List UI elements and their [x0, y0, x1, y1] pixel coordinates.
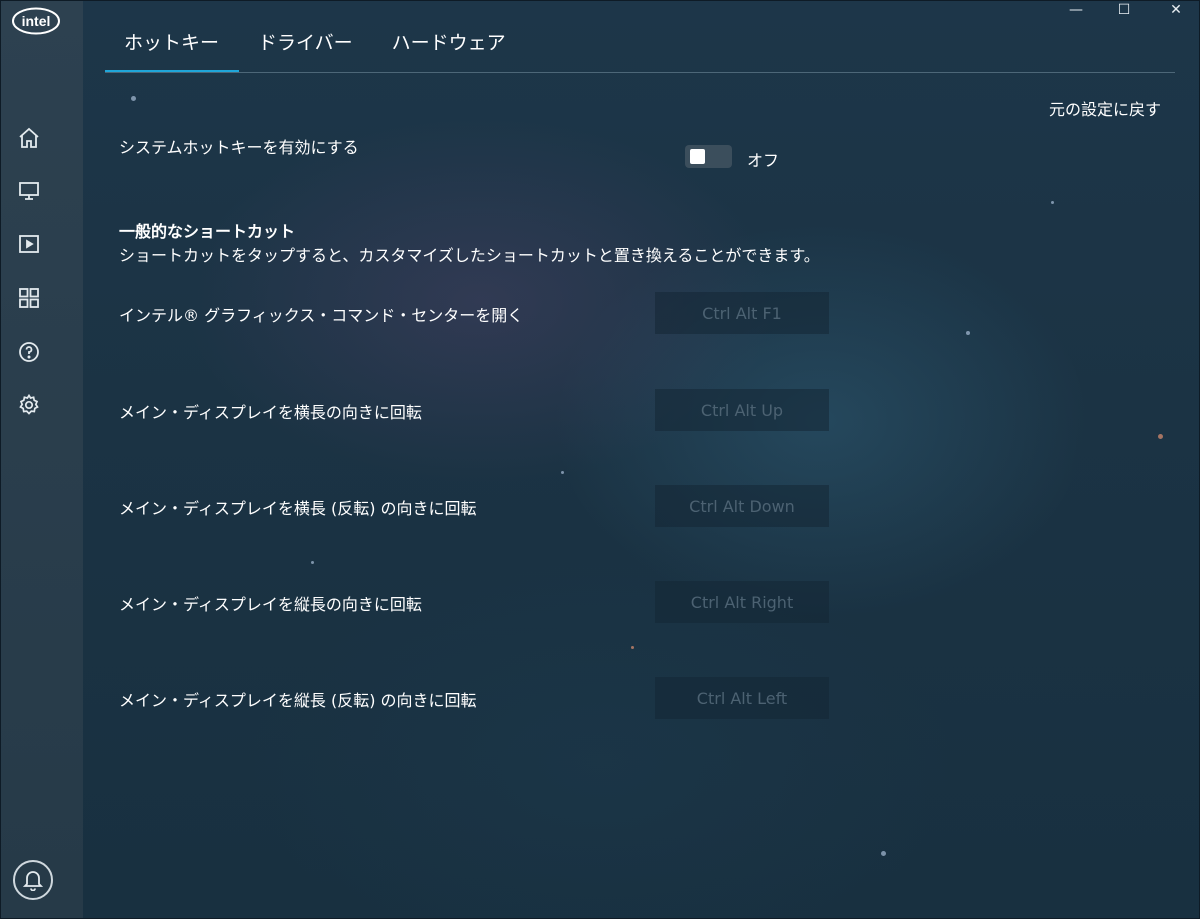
system-hotkeys-label: システムホットキーを有効にする — [119, 138, 359, 157]
app-window: intel — ☐ ✕ ホットキー ドライバー ハードウェア 元の設定に戻す シ… — [0, 0, 1200, 919]
display-icon[interactable] — [15, 177, 43, 205]
video-icon[interactable] — [15, 230, 43, 258]
tab-driver[interactable]: ドライバー — [239, 29, 373, 73]
section-description: ショートカットをタップすると、カスタマイズしたショートカットと置き換えることがで… — [119, 246, 820, 265]
tab-bar: ホットキー ドライバー ハードウェア — [105, 29, 526, 73]
shortcut-label-landscape-flipped: メイン・ディスプレイを横長 (反転) の向きに回転 — [119, 499, 477, 518]
shortcut-key-portrait[interactable]: Ctrl Alt Right — [655, 581, 829, 623]
background-star — [311, 561, 314, 564]
background-star — [966, 331, 970, 335]
apps-grid-icon[interactable] — [15, 284, 43, 312]
tab-hotkeys[interactable]: ホットキー — [105, 29, 240, 73]
notifications-bell-icon[interactable] — [13, 860, 53, 900]
close-button[interactable]: ✕ — [1161, 1, 1191, 19]
shortcut-label-landscape: メイン・ディスプレイを横長の向きに回転 — [119, 403, 422, 422]
minimize-button[interactable]: — — [1061, 1, 1091, 19]
background-star — [561, 471, 564, 474]
system-hotkeys-toggle[interactable] — [685, 145, 732, 168]
help-icon[interactable] — [15, 338, 43, 366]
tab-divider — [105, 72, 1175, 73]
sidebar: intel — [1, 1, 83, 918]
intel-logo: intel — [11, 6, 61, 36]
background-star — [631, 646, 634, 649]
tab-hardware[interactable]: ハードウェア — [373, 29, 526, 73]
toggle-knob — [690, 149, 705, 164]
toggle-state-label: オフ — [747, 151, 780, 170]
shortcut-key-portrait-flipped[interactable]: Ctrl Alt Left — [655, 677, 829, 719]
reset-defaults-link[interactable]: 元の設定に戻す — [1049, 96, 1161, 120]
maximize-button[interactable]: ☐ — [1109, 1, 1139, 19]
section-title: 一般的なショートカット — [119, 222, 296, 241]
background-star — [1158, 434, 1163, 439]
shortcut-key-landscape-flipped[interactable]: Ctrl Alt Down — [655, 485, 829, 527]
gear-icon[interactable] — [15, 391, 43, 419]
shortcut-label-portrait: メイン・ディスプレイを縦長の向きに回転 — [119, 595, 422, 614]
background-star — [1051, 201, 1054, 204]
shortcut-key-landscape[interactable]: Ctrl Alt Up — [655, 389, 829, 431]
background-star — [881, 851, 886, 856]
background-star — [131, 96, 136, 101]
svg-text:intel: intel — [22, 13, 51, 29]
shortcut-label-open-command-center: インテル® グラフィックス・コマンド・センターを開く — [119, 306, 524, 325]
shortcut-key-open-command-center[interactable]: Ctrl Alt F1 — [655, 292, 829, 334]
shortcut-label-portrait-flipped: メイン・ディスプレイを縦長 (反転) の向きに回転 — [119, 691, 477, 710]
home-icon[interactable] — [15, 124, 43, 152]
